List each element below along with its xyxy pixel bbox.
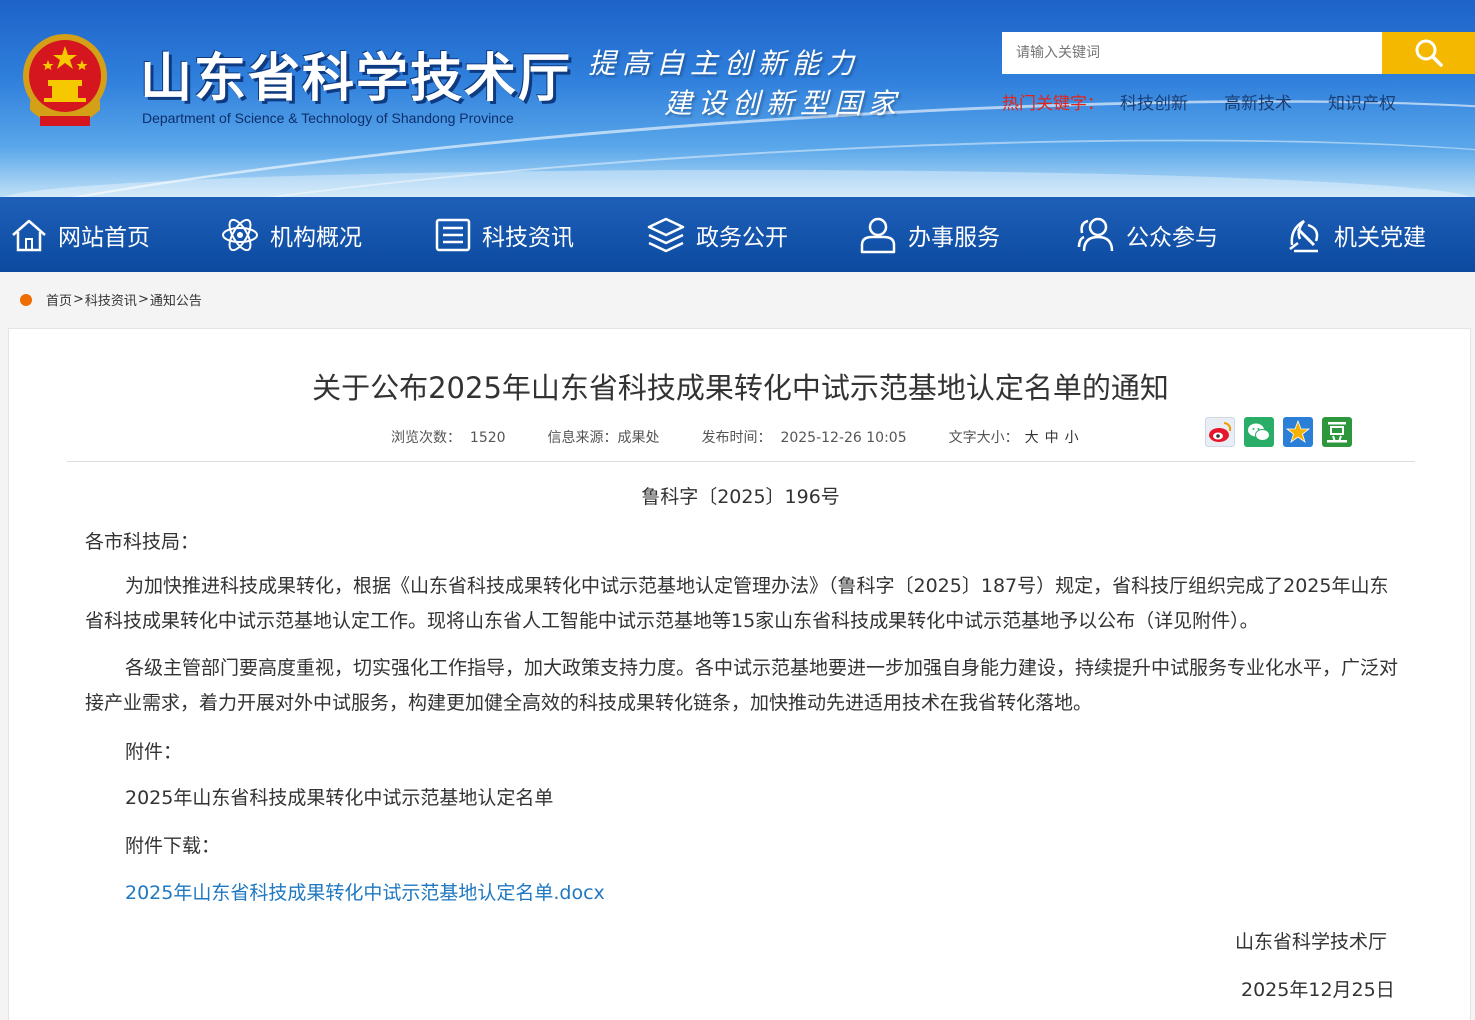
attachment-name: 2025年山东省科技成果转化中试示范基地认定名单 <box>125 787 554 809</box>
breadcrumb-home-link[interactable]: 首页 <box>46 290 72 309</box>
attachment-download-link[interactable]: 2025年山东省科技成果转化中试示范基地认定名单.docx <box>125 876 605 911</box>
breadcrumb: 首页 > 科技资讯 > 通知公告 <box>20 290 202 309</box>
salutation: 各市科技局： <box>85 531 200 553</box>
publish-time: 发布时间： 2025-12-26 10:05 <box>701 430 907 446</box>
nav-item-label: 政务公开 <box>696 224 788 251</box>
font-size-large[interactable]: 大 <box>1025 430 1039 446</box>
font-size-small[interactable]: 小 <box>1065 430 1079 446</box>
weibo-icon <box>1209 422 1232 442</box>
nav-item-services[interactable]: 办事服务 <box>858 197 1000 272</box>
breadcrumb-news-link[interactable]: 科技资讯 <box>85 290 137 309</box>
slogan-line1: 提高自主创新能力 <box>588 47 861 80</box>
share-douban-button[interactable] <box>1322 417 1352 447</box>
site-header: 山东省科学技术厅 Department of Science & Technol… <box>0 0 1475 197</box>
douban-icon <box>1327 422 1347 443</box>
nav-item-label: 网站首页 <box>58 224 150 251</box>
users-icon <box>1077 217 1114 251</box>
home-icon <box>12 219 46 251</box>
nav-item-label: 机关党建 <box>1334 224 1426 251</box>
nav-item-news[interactable]: 科技资讯 <box>434 197 574 272</box>
news-list-icon <box>435 218 471 251</box>
search-icon <box>1415 39 1443 67</box>
nav-item-label: 机构概况 <box>270 224 362 251</box>
nav-item-gov-affairs[interactable]: 政务公开 <box>646 197 788 272</box>
article-paragraph: 为加快推进科技成果转化，根据《山东省科技成果转化中试示范基地认定管理办法》（鲁科… <box>85 575 1389 632</box>
main-nav: 网站首页 机构概况 科技资讯 政务公开 办事服务 公众参与 机关党建 <box>0 197 1475 272</box>
layers-icon <box>647 217 685 252</box>
hot-keyword-link[interactable]: 知识产权 <box>1328 94 1396 114</box>
breadcrumb-notices-link[interactable]: 通知公告 <box>150 290 202 309</box>
hot-keyword-link[interactable]: 科技创新 <box>1120 94 1188 114</box>
search-input[interactable] <box>1002 32 1382 74</box>
search-button[interactable] <box>1382 32 1475 74</box>
nav-item-public[interactable]: 公众参与 <box>1076 197 1218 272</box>
sign-date: 2025年12月25日 <box>1241 979 1395 1001</box>
nav-item-label: 公众参与 <box>1126 224 1218 251</box>
user-icon <box>860 217 896 253</box>
nav-item-label: 办事服务 <box>908 224 1000 251</box>
download-label: 附件下载： <box>125 835 221 857</box>
party-emblem-icon <box>1289 219 1319 252</box>
qzone-star-icon <box>1285 419 1311 444</box>
site-title: 山东省科学技术厅 <box>140 49 573 109</box>
site-subtitle: Department of Science & Technology of Sh… <box>142 110 514 126</box>
wechat-icon <box>1248 423 1270 441</box>
nav-item-home[interactable]: 网站首页 <box>10 197 150 272</box>
share-wechat-button[interactable] <box>1244 417 1274 447</box>
font-size-medium[interactable]: 中 <box>1045 430 1059 446</box>
font-size-control: 文字大小：大中小 <box>948 430 1079 446</box>
nav-item-about[interactable]: 机构概况 <box>220 197 362 272</box>
share-weibo-button[interactable] <box>1205 417 1235 447</box>
signer: 山东省科学技术厅 <box>1235 931 1388 953</box>
share-qzone-button[interactable] <box>1283 417 1313 447</box>
title-divider <box>67 461 1415 462</box>
atom-icon <box>222 218 258 251</box>
share-bar <box>1205 417 1352 447</box>
document-number: 鲁科字〔2025〕196号 <box>641 486 840 508</box>
article-paragraph: 各级主管部门要高度重视，切实强化工作指导，加大政策支持力度。各中试示范基地要进一… <box>85 657 1399 714</box>
breadcrumb-dot-icon <box>20 293 32 306</box>
views-count: 浏览次数： 1520 <box>391 430 506 446</box>
article-container: 关于公布2025年山东省科技成果转化中试示范基地认定名单的通知 浏览次数： 15… <box>8 328 1471 1020</box>
hot-keywords: 热门关键字： 科技创新 高新技术 知识产权 <box>1002 89 1416 114</box>
article-title: 关于公布2025年山东省科技成果转化中试示范基地认定名单的通知 <box>312 371 1169 405</box>
slogan-line2: 建设创新型国家 <box>664 87 903 120</box>
attachment-label: 附件： <box>125 741 183 763</box>
nav-item-label: 科技资讯 <box>482 224 574 251</box>
article-meta: 浏览次数： 1520 信息来源：成果处 发布时间： 2025-12-26 10:… <box>391 427 1079 447</box>
national-emblem-icon <box>23 34 107 126</box>
hot-keywords-label: 热门关键字： <box>1002 94 1104 114</box>
hot-keyword-link[interactable]: 高新技术 <box>1224 94 1292 114</box>
article-source: 信息来源：成果处 <box>547 430 660 446</box>
nav-item-party[interactable]: 机关党建 <box>1284 197 1426 272</box>
